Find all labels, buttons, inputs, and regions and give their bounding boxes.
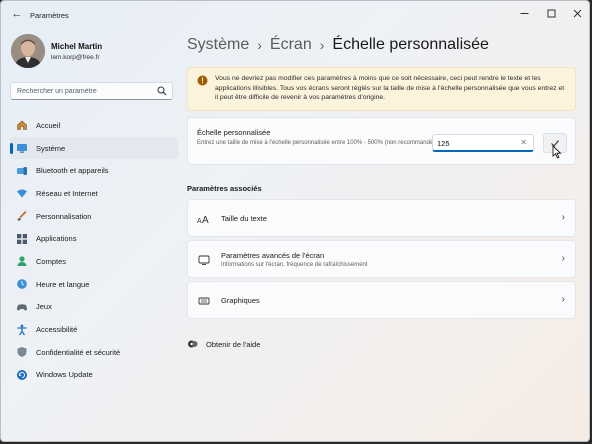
- sidebar-item-heure[interactable]: Heure et langue: [10, 273, 178, 296]
- avatar: [11, 34, 45, 68]
- breadcrumb-separator: ›: [257, 37, 262, 53]
- user-email: lem.korp@free.fr: [51, 54, 100, 61]
- warning-icon: [197, 75, 208, 86]
- account-icon: [15, 254, 29, 268]
- svg-text:A: A: [202, 215, 209, 225]
- sidebar-item-label: Comptes: [36, 256, 67, 266]
- text-size-row[interactable]: AA Taille du texte ›: [187, 199, 576, 237]
- sidebar-item-label: Confidentialité et sécurité: [36, 347, 121, 357]
- shield-icon: [15, 345, 29, 359]
- row-label: Graphiques: [221, 296, 260, 305]
- sidebar-item-label: Applications: [36, 234, 77, 244]
- sidebar-item-label: Bluetooth et appareils: [36, 166, 109, 176]
- close-button[interactable]: [564, 5, 589, 21]
- custom-scale-field: ✕: [432, 134, 534, 152]
- graphics-row[interactable]: Graphiques ›: [187, 281, 576, 319]
- chevron-right-icon: ›: [561, 253, 565, 264]
- sidebar-item-accueil[interactable]: Accueil: [10, 114, 178, 137]
- minimize-button[interactable]: [511, 5, 537, 21]
- custom-scale-card: Échelle personnalisée Entrez une taille …: [187, 117, 576, 165]
- globe-clock-icon: [15, 277, 29, 291]
- system-icon: [15, 141, 29, 155]
- search-icon[interactable]: [157, 86, 167, 96]
- sidebar-item-label: Personnalisation: [36, 211, 92, 221]
- text-size-icon: AA: [197, 212, 211, 226]
- breadcrumb-ecran[interactable]: Écran: [270, 36, 312, 54]
- sidebar-item-label: Windows Update: [36, 370, 93, 380]
- graphics-icon: [197, 294, 211, 308]
- warning-banner: Vous ne devriez pas modifier ces paramèt…: [187, 67, 576, 111]
- accessibility-icon: [15, 323, 29, 337]
- minimize-icon: [520, 12, 528, 14]
- app-title: Paramètres: [30, 11, 69, 20]
- get-help-label: Obtenir de l'aide: [206, 340, 261, 349]
- mouse-cursor-icon: [552, 145, 562, 159]
- sidebar-item-label: Système: [36, 143, 66, 153]
- back-arrow-icon[interactable]: ←: [10, 7, 24, 21]
- breadcrumb-systeme[interactable]: Système: [187, 36, 249, 54]
- sidebar-item-label: Réseau et Internet: [36, 188, 98, 198]
- monitor-icon: [197, 253, 211, 267]
- help-icon: [188, 340, 198, 348]
- wifi-icon: [15, 186, 29, 200]
- search-input[interactable]: [17, 85, 157, 98]
- maximize-button[interactable]: [538, 5, 564, 21]
- sidebar-nav: Accueil Système Bluetooth et appareils R…: [10, 114, 178, 386]
- breadcrumb-separator: ›: [319, 37, 325, 53]
- sidebar-item-label: Accueil: [36, 120, 61, 130]
- clear-icon[interactable]: ✕: [520, 138, 527, 147]
- apps-icon: [15, 232, 29, 246]
- custom-scale-title: Échelle personnalisée: [197, 128, 271, 137]
- title-bar: ← Paramètres: [1, 1, 589, 29]
- home-icon: [15, 118, 29, 132]
- warning-text: Vous ne devriez pas modifier ces paramèt…: [215, 75, 565, 102]
- sidebar-item-label: Accessibilité: [36, 325, 78, 335]
- sidebar-item-reseau[interactable]: Réseau et Internet: [10, 182, 178, 205]
- games-icon: [15, 300, 29, 314]
- settings-search: [10, 82, 173, 100]
- breadcrumb: Système › Écran › Échelle personnalisée: [187, 35, 489, 55]
- sidebar-item-confidentialite[interactable]: Confidentialité et sécurité: [10, 341, 178, 364]
- custom-scale-description: Entrez une taille de mise à l'échelle pe…: [197, 140, 436, 146]
- page-title: Échelle personnalisée: [332, 36, 489, 53]
- active-indicator: [10, 142, 13, 154]
- advanced-display-row[interactable]: Paramètres avancés de l'écran Informatio…: [187, 240, 576, 278]
- brush-icon: [15, 209, 29, 223]
- maximize-icon: [547, 9, 555, 17]
- row-subtitle: Informations sur l'écran, fréquence de r…: [221, 262, 368, 268]
- sidebar-item-comptes[interactable]: Comptes: [10, 250, 178, 273]
- sidebar-item-applications[interactable]: Applications: [10, 227, 178, 250]
- chevron-right-icon: ›: [561, 212, 565, 223]
- user-name: Michel Martin: [51, 42, 103, 51]
- bluetooth-icon: [15, 164, 29, 178]
- row-label: Taille du texte: [221, 214, 267, 223]
- sidebar-item-accessibilite[interactable]: Accessibilité: [10, 318, 178, 341]
- sidebar-item-personnalisation[interactable]: Personnalisation: [10, 205, 178, 228]
- custom-scale-input[interactable]: [437, 137, 515, 149]
- sidebar-item-label: Jeux: [36, 302, 52, 312]
- close-icon: [573, 9, 581, 17]
- sidebar-item-label: Heure et langue: [36, 279, 90, 289]
- chevron-right-icon: ›: [561, 294, 565, 305]
- settings-window: ← Paramètres Michel Martin lem.korp@free…: [0, 0, 590, 442]
- row-label: Paramètres avancés de l'écran: [221, 251, 325, 260]
- sidebar-item-bluetooth[interactable]: Bluetooth et appareils: [10, 159, 178, 182]
- get-help-link[interactable]: Obtenir de l'aide: [187, 339, 260, 350]
- sidebar-item-windows-update[interactable]: Windows Update: [10, 364, 178, 387]
- related-settings-title: Paramètres associés: [187, 184, 262, 193]
- sidebar-item-jeux[interactable]: Jeux: [10, 296, 178, 319]
- sidebar-item-systeme[interactable]: Système: [10, 136, 178, 160]
- update-icon: [15, 368, 29, 382]
